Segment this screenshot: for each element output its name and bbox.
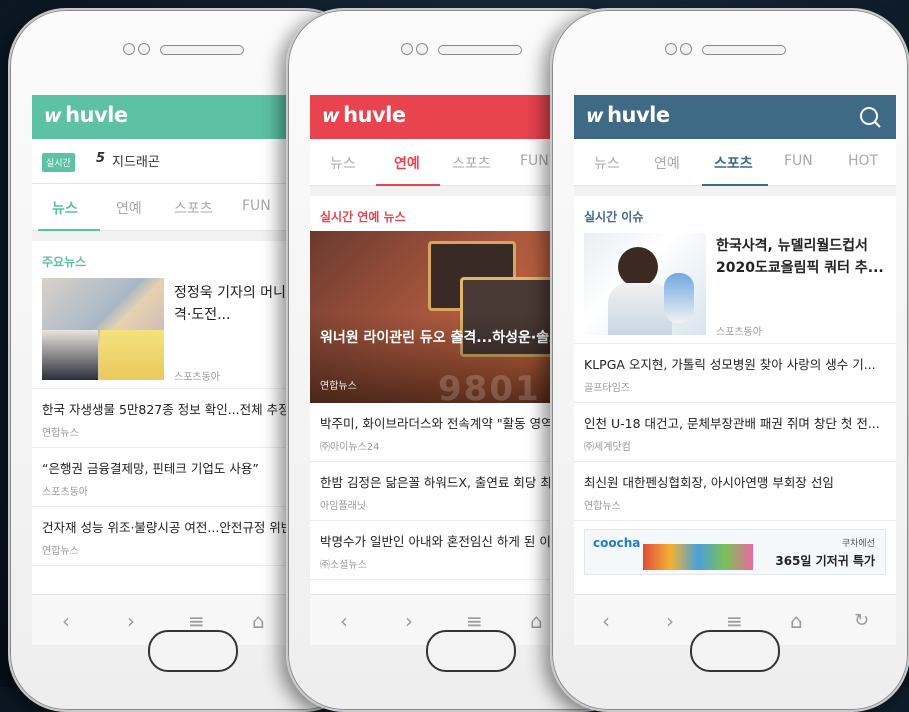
section-title: 실시간 이슈	[584, 210, 644, 224]
phone-frame-right: w huvle 뉴스 연예 스포츠 FUN HOT 실시간 이슈 한국사격, 뉴델…	[550, 8, 909, 712]
category-tabs: 뉴스 연예 스포츠 FUN HOT	[574, 139, 896, 186]
tab-news[interactable]: 뉴스	[594, 153, 620, 173]
list-item[interactable]: KLPGA 오지현, 가톨릭 성모병원 찾아 사랑의 생수 기... 골프타임즈	[574, 344, 896, 403]
hero-deco-number: 9801	[438, 369, 541, 403]
forward-icon[interactable]: ›	[666, 609, 674, 633]
tab-news[interactable]: 뉴스	[330, 153, 356, 173]
ad-products-image	[643, 544, 753, 570]
brand-text: huvle	[607, 103, 670, 127]
list-item[interactable]: 인천 U-18 대건고, 문체부장관배 패권 쥐며 창단 첫 전... ㈜세계닷…	[574, 403, 896, 462]
tab-sports[interactable]: 스포츠	[714, 153, 753, 173]
phone-speaker	[552, 42, 908, 56]
feature-thumbnail	[584, 233, 706, 335]
back-icon[interactable]: ‹	[602, 609, 610, 633]
forward-icon[interactable]: ›	[405, 609, 413, 633]
list-item[interactable]: 최신원 대한펜싱협회장, 아시아연맹 부회장 선임 연합뉴스	[574, 462, 896, 521]
item-title: 최신원 대한펜싱협회장, 아시아연맹 부회장 선임	[584, 475, 834, 490]
ad-big-text: 365일 기저귀 특가	[775, 554, 875, 568]
hero-source: 연합뉴스	[320, 381, 357, 392]
home-icon[interactable]: ⌂	[252, 609, 265, 633]
tab-sports[interactable]: 스포츠	[174, 198, 213, 218]
ad-banner[interactable]: coocha 쿠차에선 365일 기저귀 특가	[584, 529, 886, 575]
home-icon[interactable]: ⌂	[790, 609, 803, 633]
brand-text: huvle	[343, 103, 406, 127]
active-tab-indicator	[376, 184, 440, 186]
item-title: 인천 U-18 대건고, 문체부장관배 패권 쥐며 창단 첫 전...	[584, 416, 880, 431]
back-icon[interactable]: ‹	[62, 609, 70, 633]
realtime-rank: 5	[96, 151, 106, 166]
home-icon[interactable]: ⌂	[530, 609, 543, 633]
tab-hot[interactable]: HOT	[848, 153, 878, 169]
tab-fun[interactable]: FUN	[784, 153, 813, 169]
search-icon[interactable]	[858, 105, 882, 129]
realtime-badge: 실시간	[42, 153, 75, 172]
forward-icon[interactable]: ›	[127, 609, 135, 633]
item-source: 연합뉴스	[584, 501, 621, 512]
item-title: KLPGA 오지현, 가톨릭 성모병원 찾아 사랑의 생수 기...	[584, 357, 876, 372]
item-source: ㈜세계닷컴	[584, 442, 631, 453]
huvle-logo[interactable]: w huvle	[586, 103, 670, 127]
feature-thumbnail	[42, 278, 164, 380]
tab-fun[interactable]: FUN	[520, 153, 549, 169]
home-button[interactable]	[426, 630, 516, 672]
tab-entertainment[interactable]: 연예	[394, 153, 420, 173]
tab-fun[interactable]: FUN	[242, 198, 271, 214]
ad-brand: coocha	[593, 536, 641, 550]
ad-small-text: 쿠차에선	[841, 539, 875, 549]
active-tab-indicator	[702, 184, 768, 186]
feature-source: 스포츠동아	[716, 327, 762, 338]
feature-source: 스포츠동아	[174, 372, 220, 383]
brand-text: huvle	[65, 103, 128, 127]
huvle-logo[interactable]: w huvle	[322, 103, 406, 127]
feature-title: 한국사격, 뉴델리월드컵서 2020도쿄올림픽 쿼터 추...	[716, 238, 884, 276]
screen-right: w huvle 뉴스 연예 스포츠 FUN HOT 실시간 이슈 한국사격, 뉴델…	[574, 95, 896, 645]
refresh-icon[interactable]: ↻	[854, 610, 869, 631]
tab-entertainment[interactable]: 연예	[116, 198, 142, 218]
feature-article[interactable]: 한국사격, 뉴델리월드컵서 2020도쿄올림픽 쿼터 추... 스포츠동아	[574, 231, 896, 344]
home-button[interactable]	[690, 630, 780, 672]
tab-entertainment[interactable]: 연예	[654, 153, 680, 173]
tab-sports[interactable]: 스포츠	[452, 153, 491, 173]
tab-news[interactable]: 뉴스	[52, 198, 78, 218]
back-icon[interactable]: ‹	[340, 609, 348, 633]
active-tab-indicator	[38, 229, 100, 231]
item-source: 골프타임즈	[584, 383, 630, 394]
realtime-keyword: 지드래곤	[112, 155, 160, 170]
huvle-logo[interactable]: w huvle	[44, 103, 128, 127]
home-button[interactable]	[148, 630, 238, 672]
app-header: w huvle	[574, 95, 896, 139]
